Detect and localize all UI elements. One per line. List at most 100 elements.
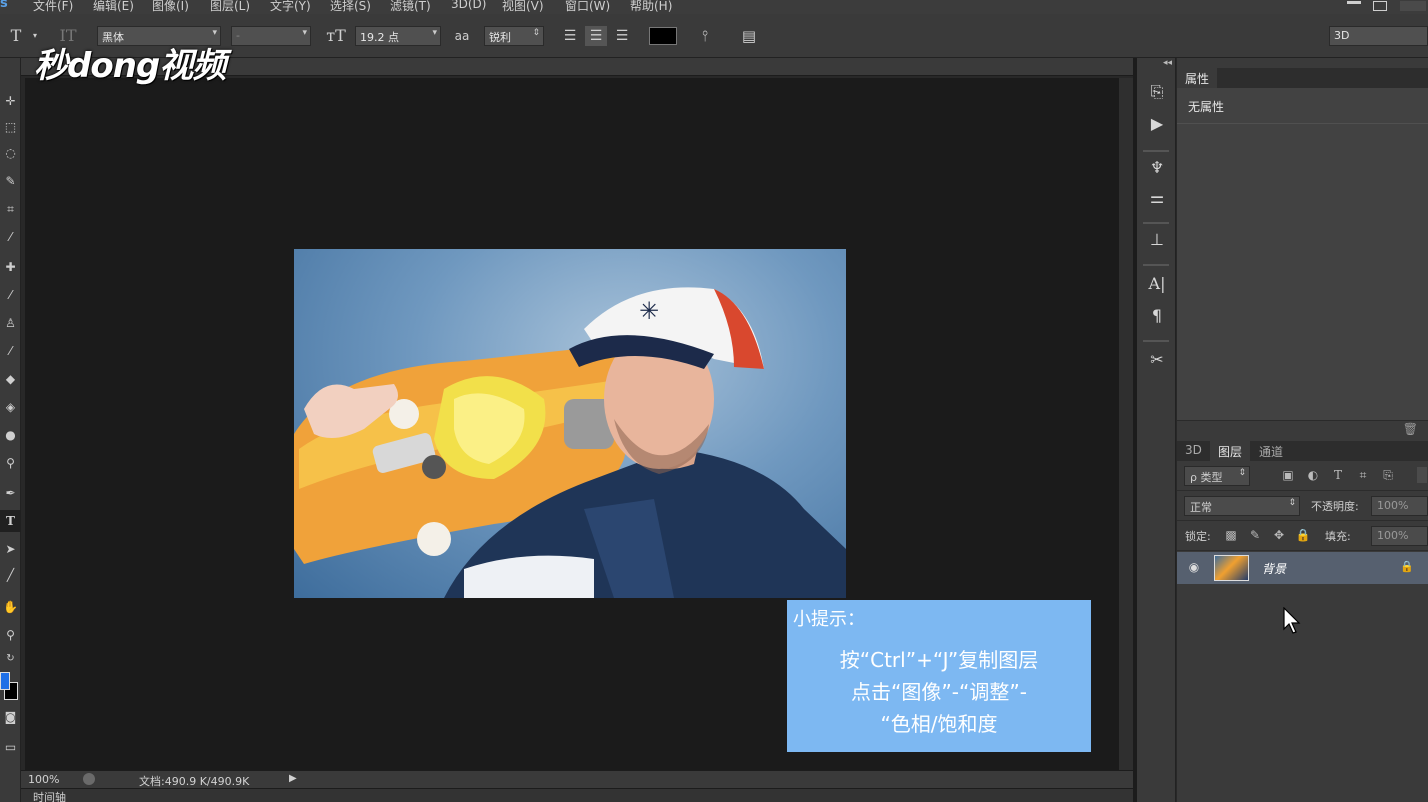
pixel-filter-icon[interactable]: ▣ [1280, 467, 1296, 483]
visibility-eye-icon[interactable]: ◉ [1187, 560, 1201, 574]
type-tool-preset-icon[interactable]: T [6, 26, 26, 46]
dodge-tool-icon[interactable]: ⚲ [0, 452, 21, 474]
lasso-tool-icon[interactable]: ◌ [0, 142, 21, 164]
antialias-icon: aa [454, 29, 470, 43]
lock-position-icon[interactable]: ✥ [1271, 527, 1287, 543]
no-properties-text: 无属性 [1188, 100, 1225, 114]
move-tool-icon[interactable]: ✛ [0, 90, 21, 112]
menu-window[interactable]: 窗口(W) [565, 0, 610, 14]
pen-tool-icon[interactable]: ✒ [0, 482, 21, 504]
screen-mode-icon[interactable]: ▭ [0, 736, 21, 758]
font-style-select[interactable]: - ▾ [231, 26, 311, 46]
tab-3d[interactable]: 3D [1177, 441, 1210, 461]
character-panel-icon[interactable]: ▤ [738, 26, 760, 46]
menu-3d[interactable]: 3D(D) [451, 0, 486, 11]
menu-edit[interactable]: 编辑(E) [93, 0, 134, 14]
shape-filter-icon[interactable]: ⌗ [1355, 467, 1371, 483]
lock-transparent-icon[interactable]: ▩ [1223, 527, 1239, 543]
canvas-image[interactable]: ✳ [294, 249, 846, 598]
type-tool-icon[interactable]: T [0, 510, 21, 532]
tab-properties[interactable]: 属性 [1177, 68, 1218, 88]
menu-view[interactable]: 视图(V) [502, 0, 544, 14]
lock-all-icon[interactable]: 🔒 [1295, 527, 1311, 543]
restore-icon[interactable] [1373, 1, 1387, 11]
warp-text-icon[interactable]: ⫯ [694, 26, 716, 46]
menu-file[interactable]: 文件(F) [33, 0, 73, 14]
healing-brush-tool-icon[interactable]: ✚ [0, 256, 21, 278]
history-panel-icon[interactable]: ⎘ [1145, 80, 1169, 104]
quick-selection-tool-icon[interactable]: ✎ [0, 170, 21, 192]
zoom-level[interactable]: 100% [28, 773, 59, 786]
zoom-tool-icon[interactable]: ⚲ [0, 624, 21, 646]
play-icon[interactable]: ▶ [289, 773, 297, 784]
type-filter-icon[interactable]: T [1330, 467, 1346, 483]
status-bar: 100% 文档:490.9 K/490.9K ▶ [21, 770, 1133, 788]
trash-icon[interactable]: 🗑 [1403, 422, 1418, 436]
brush-tool-icon[interactable]: ⁄ [0, 284, 21, 306]
layer-filter-select[interactable]: ρ 类型 ⇕ [1184, 466, 1250, 486]
align-center-icon[interactable]: ☰ [585, 26, 607, 46]
close-icon[interactable] [1400, 1, 1426, 11]
opacity-input[interactable]: 100% [1371, 496, 1428, 516]
font-size-select[interactable]: 19.2 点 ▾ [355, 26, 441, 46]
tab-layers[interactable]: 图层 [1210, 441, 1251, 461]
menu-help[interactable]: 帮助(H) [630, 0, 672, 14]
align-right-icon[interactable]: ☰ [612, 26, 632, 46]
blur-tool-icon[interactable]: ● [0, 424, 21, 446]
collapse-panels-icon[interactable]: ◂◂ [1163, 58, 1172, 68]
align-left-icon[interactable]: ☰ [560, 26, 580, 46]
minimize-icon[interactable] [1347, 1, 1361, 11]
menu-type[interactable]: 文字(Y) [270, 0, 311, 14]
tab-channels[interactable]: 通道 [1251, 441, 1291, 461]
character-panel-icon[interactable]: A| [1145, 272, 1169, 296]
foreground-color-swatch[interactable] [0, 672, 10, 690]
quick-mask-icon[interactable]: ◙ [0, 706, 21, 728]
clone-source-icon[interactable]: ⊥ [1145, 228, 1169, 252]
crop-tool-icon[interactable]: ⌗ [0, 198, 21, 220]
layer-name[interactable]: 背景 [1262, 560, 1286, 577]
paragraph-panel-icon[interactable]: ¶ [1145, 304, 1169, 328]
eyedropper-tool-icon[interactable]: ⁄ [0, 226, 21, 248]
menu-select[interactable]: 选择(S) [330, 0, 371, 14]
paint-bucket-tool-icon[interactable]: ◈ [0, 396, 21, 418]
properties-divider [1177, 123, 1428, 124]
hand-tool-icon[interactable]: ✋ [0, 596, 21, 618]
brush-presets-icon[interactable]: ♆ [1145, 156, 1169, 180]
adjustments-panel-icon[interactable]: ⚌ [1145, 186, 1169, 210]
font-style-value: - [236, 29, 240, 42]
hint-title: 小提示： [793, 609, 865, 630]
fill-input[interactable]: 100% [1371, 526, 1428, 546]
menu-image[interactable]: 图像(I) [152, 0, 189, 14]
tool-presets-icon[interactable]: ✂ [1145, 348, 1169, 372]
status-menu-icon[interactable] [83, 773, 95, 785]
strip-separator [1143, 264, 1169, 266]
marquee-tool-icon[interactable]: ⬚ [0, 116, 21, 138]
actions-panel-icon[interactable]: ▶ [1145, 112, 1169, 136]
line-tool-icon[interactable]: ╱ [0, 564, 21, 586]
clone-stamp-tool-icon[interactable]: ♙ [0, 312, 21, 334]
filter-toggle-icon[interactable] [1417, 467, 1427, 483]
layer-filter-value: ρ 类型 [1190, 471, 1223, 484]
swap-colors-icon[interactable]: ↻ [0, 648, 21, 670]
blend-mode-select[interactable]: 正常 ⇕ [1184, 496, 1300, 516]
layer-thumbnail [1214, 555, 1249, 581]
timeline-panel: 时间轴 [21, 788, 1133, 802]
menu-filter[interactable]: 滤镜(T) [390, 0, 431, 14]
layer-row[interactable]: ◉ 背景 🔒 [1177, 552, 1428, 584]
workspace-select[interactable]: 3D [1329, 26, 1428, 46]
document-size: 文档:490.9 K/490.9K [139, 775, 250, 788]
properties-tabbar: 属性 [1177, 68, 1428, 88]
mouse-cursor-icon [1283, 607, 1301, 634]
antialias-select[interactable]: 锐利 ⇕ [484, 26, 544, 46]
vertical-scrollbar[interactable] [1119, 78, 1133, 772]
smart-object-filter-icon[interactable]: ⎘ [1380, 467, 1396, 483]
menu-layer[interactable]: 图层(L) [210, 0, 250, 14]
eraser-tool-icon[interactable]: ◆ [0, 368, 21, 390]
path-selection-tool-icon[interactable]: ➤ [0, 538, 21, 560]
photoshop-logo: s [0, 0, 8, 11]
history-brush-tool-icon[interactable]: ⁄ [0, 340, 21, 362]
text-color-swatch[interactable] [649, 27, 677, 45]
lock-pixels-icon[interactable]: ✎ [1247, 527, 1263, 543]
adjustment-filter-icon[interactable]: ◐ [1305, 467, 1321, 483]
timeline-label[interactable]: 时间轴 [33, 789, 66, 802]
